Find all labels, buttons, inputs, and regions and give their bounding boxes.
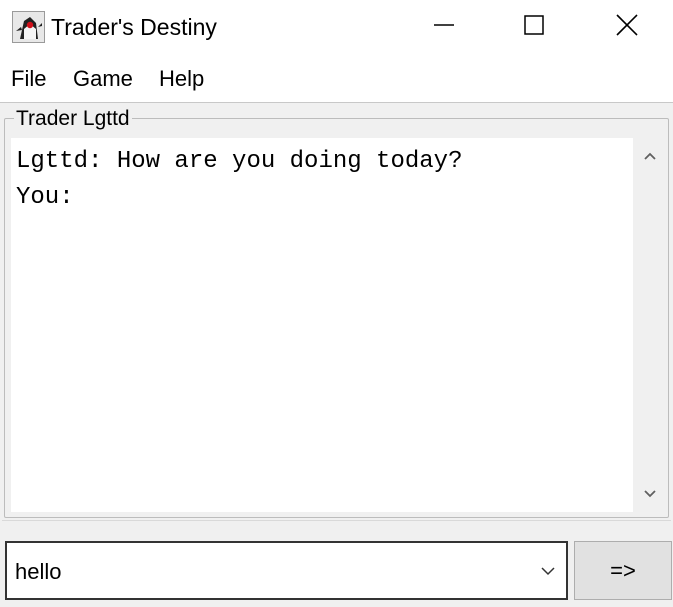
message-input-value: hello: [15, 559, 62, 584]
menu-help[interactable]: Help: [159, 65, 204, 93]
maximize-icon: [524, 14, 544, 40]
title-bar: Trader's Destiny: [0, 0, 673, 54]
message-combobox[interactable]: hello: [5, 541, 568, 600]
menu-game[interactable]: Game: [73, 65, 133, 93]
menu-file[interactable]: File: [11, 65, 46, 93]
send-button[interactable]: =>: [574, 541, 672, 600]
trader-panel-title: Trader Lgttd: [14, 106, 132, 132]
scroll-up-icon[interactable]: [642, 148, 658, 164]
close-icon: [616, 13, 638, 41]
chevron-down-icon[interactable]: [540, 563, 556, 579]
chat-line: Lgttd: How are you doing today?: [16, 148, 463, 175]
chat-line: You:: [16, 184, 74, 211]
vertical-scrollbar[interactable]: [633, 138, 667, 512]
divider: [2, 520, 671, 521]
minimize-icon: [434, 15, 454, 40]
chat-transcript[interactable]: Lgttd: How are you doing today? You:: [11, 138, 633, 512]
send-button-label: =>: [610, 557, 636, 583]
java-duke-icon[interactable]: [12, 11, 45, 43]
menu-bar: File Game Help: [0, 54, 673, 103]
window-title: Trader's Destiny: [51, 14, 217, 40]
minimize-button[interactable]: [398, 0, 490, 54]
maximize-button[interactable]: [488, 0, 580, 54]
scroll-down-icon[interactable]: [642, 486, 658, 502]
close-button[interactable]: [581, 0, 673, 54]
